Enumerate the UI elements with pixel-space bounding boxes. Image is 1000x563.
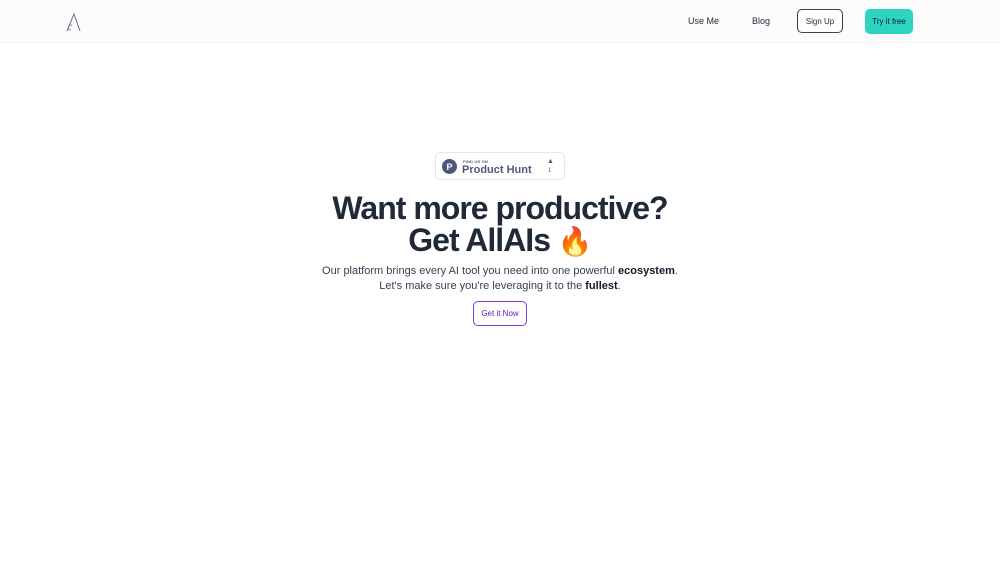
- upvote-arrow-icon: ▲: [547, 158, 554, 165]
- hero-headline-line2: Get AllAIs 🔥: [0, 224, 1000, 258]
- top-navbar: Use Me Blog Sign Up Try it free: [0, 0, 1000, 43]
- get-it-now-button[interactable]: Get it Now: [473, 301, 527, 326]
- upvote-count: 1: [548, 168, 552, 174]
- product-hunt-badge[interactable]: P FIND US ON Product Hunt ▲ 1: [435, 152, 565, 180]
- hero-headline-brand: Get AllAIs: [408, 222, 551, 258]
- product-hunt-logo-icon: P: [442, 159, 457, 174]
- allais-logo-icon[interactable]: [64, 11, 84, 33]
- hero-subtext-ecosystem: ecosystem: [618, 265, 675, 277]
- product-hunt-label: Product Hunt: [462, 164, 532, 176]
- hero-subtext: Our platform brings every AI tool you ne…: [0, 264, 1000, 294]
- sign-up-button[interactable]: Sign Up: [797, 9, 843, 33]
- nav-link-blog[interactable]: Blog: [752, 16, 770, 26]
- hero-subtext-line2-text: Let's make sure you're leveraging it to …: [379, 280, 583, 292]
- try-it-free-button[interactable]: Try it free: [865, 9, 913, 34]
- nav-link-use-me[interactable]: Use Me: [688, 16, 719, 26]
- hero-subtext-line2: Let's make sure you're leveraging it to …: [379, 280, 621, 292]
- hero-subtext-line1-text: Our platform brings every AI tool you ne…: [322, 265, 615, 277]
- hero-subtext-fullest: fullest: [585, 280, 618, 292]
- hero-subtext-line1: Our platform brings every AI tool you ne…: [322, 265, 678, 277]
- fire-emoji-icon: 🔥: [557, 226, 593, 257]
- hero-headline-line1: Want more productive?: [332, 190, 668, 226]
- hero-headline: Want more productive? Get AllAIs 🔥: [0, 192, 1000, 258]
